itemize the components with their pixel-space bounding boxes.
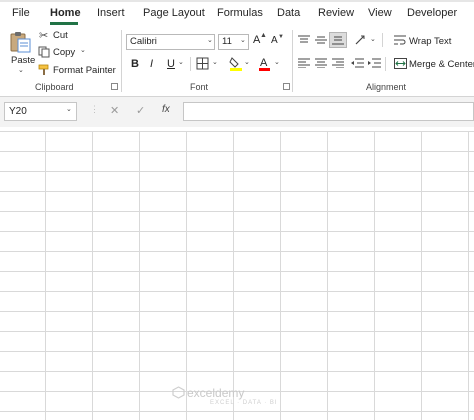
italic-button[interactable]: I: [150, 58, 153, 70]
formula-bar-grip-icon: ⋮: [90, 104, 99, 114]
align-center-icon[interactable]: [315, 58, 327, 68]
copy-button[interactable]: Copy: [53, 47, 75, 58]
tab-developer[interactable]: Developer: [407, 7, 457, 19]
paste-button-label[interactable]: Paste: [11, 55, 35, 66]
format-painter-icon[interactable]: [38, 64, 50, 76]
tab-data[interactable]: Data: [277, 7, 300, 19]
font-name-dropdown-icon[interactable]: ⌄: [207, 36, 213, 44]
group-divider: [121, 30, 122, 92]
tab-formulas[interactable]: Formulas: [217, 7, 263, 19]
font-launcher-icon[interactable]: [283, 83, 290, 90]
clipboard-launcher-icon[interactable]: [111, 83, 118, 90]
clipboard-group-label: Clipboard: [35, 82, 74, 92]
font-color-dropdown-icon[interactable]: ⌄: [274, 58, 280, 66]
watermark-tagline: EXCEL · DATA · BI: [210, 400, 278, 406]
font-divider: [190, 57, 191, 71]
font-name-select[interactable]: Calibri: [126, 34, 215, 50]
middle-align-icon[interactable]: [315, 35, 327, 45]
enter-icon[interactable]: ✓: [136, 104, 145, 117]
alignment-divider: [385, 57, 386, 71]
font-group-label: Font: [190, 82, 209, 92]
decrease-font-size-button[interactable]: A: [271, 35, 278, 46]
align-left-icon[interactable]: [298, 58, 310, 68]
copy-icon[interactable]: [38, 46, 50, 58]
insert-function-icon[interactable]: fx: [162, 104, 170, 115]
paste-icon[interactable]: [9, 31, 33, 53]
bottom-align-icon[interactable]: [332, 35, 344, 45]
worksheet-grid[interactable]: [0, 131, 474, 420]
formula-input[interactable]: [183, 102, 474, 121]
borders-dropdown-icon[interactable]: ⌄: [212, 58, 218, 66]
fill-color-icon[interactable]: [229, 56, 243, 71]
group-divider: [292, 30, 293, 92]
alignment-group-label: Alignment: [366, 82, 407, 92]
name-box-dropdown-icon[interactable]: ⌄: [66, 105, 72, 113]
tab-insert[interactable]: Insert: [97, 7, 125, 19]
alignment-divider: [382, 33, 383, 47]
borders-icon[interactable]: [196, 57, 209, 70]
tab-file[interactable]: File: [12, 7, 30, 19]
align-right-icon[interactable]: [332, 58, 344, 68]
merge-center-icon[interactable]: [394, 58, 407, 69]
exceldemy-logo-icon: [172, 386, 185, 399]
paste-dropdown-icon[interactable]: ⌄: [18, 66, 24, 74]
font-size-dropdown-icon[interactable]: ⌄: [240, 36, 246, 44]
watermark-brand: exceldemy: [187, 386, 245, 400]
font-name-value: Calibri: [130, 36, 157, 47]
tab-review[interactable]: Review: [318, 7, 354, 19]
ribbon-tabs: File Home Insert Page Layout Formulas Da…: [0, 2, 474, 28]
orientation-dropdown-icon[interactable]: ⌄: [370, 35, 376, 43]
scissors-icon[interactable]: ✂: [39, 29, 48, 42]
shrink-caret-icon: ▼: [278, 34, 284, 40]
tab-page-layout[interactable]: Page Layout: [143, 7, 205, 19]
orientation-icon[interactable]: [354, 33, 367, 46]
underline-dropdown-icon[interactable]: ⌄: [178, 58, 184, 66]
increase-indent-icon[interactable]: [368, 58, 381, 68]
tab-view[interactable]: View: [368, 7, 392, 19]
fill-color-dropdown-icon[interactable]: ⌄: [244, 58, 250, 66]
font-color-icon[interactable]: A: [258, 56, 271, 71]
wrap-text-button[interactable]: Wrap Text: [409, 36, 451, 47]
tab-home[interactable]: Home: [50, 7, 81, 19]
cancel-icon[interactable]: ✕: [110, 104, 119, 117]
top-align-icon[interactable]: [298, 35, 310, 45]
tab-home-underline: [50, 22, 78, 25]
wrap-text-icon[interactable]: [394, 35, 406, 45]
svg-text:A: A: [260, 57, 268, 69]
copy-dropdown-icon[interactable]: ⌄: [80, 46, 86, 54]
cut-button[interactable]: Cut: [53, 30, 68, 41]
grow-caret-icon: ▲: [260, 32, 267, 39]
decrease-indent-icon[interactable]: [351, 58, 364, 68]
format-painter-button[interactable]: Format Painter: [53, 65, 116, 76]
bold-button[interactable]: B: [131, 58, 139, 70]
merge-center-button[interactable]: Merge & Center: [409, 59, 474, 70]
underline-button[interactable]: U: [167, 58, 175, 70]
font-size-value: 11: [222, 36, 232, 47]
name-box-value: Y20: [9, 106, 27, 117]
